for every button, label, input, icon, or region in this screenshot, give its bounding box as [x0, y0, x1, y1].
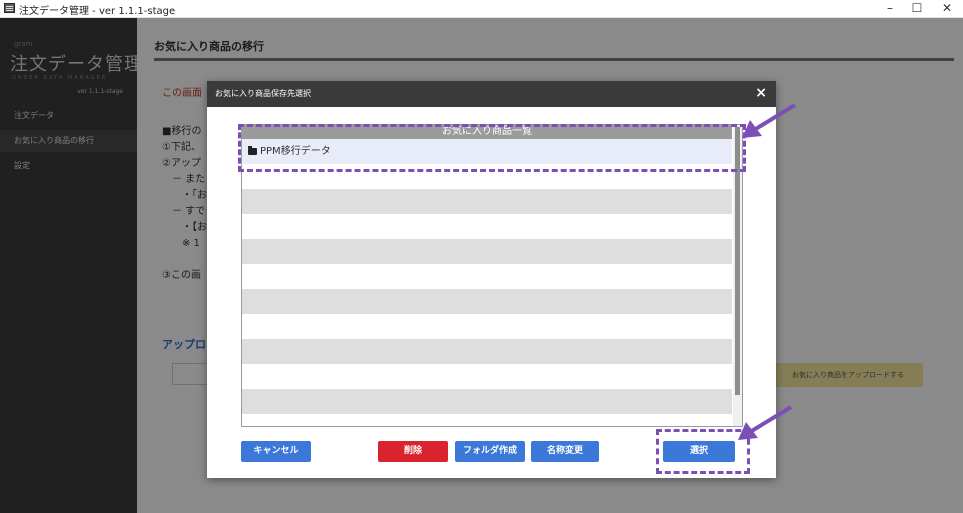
window-title: 注文データ管理 - ver 1.1.1-stage	[19, 6, 176, 17]
empty-row	[242, 264, 732, 289]
rename-button[interactable]: 名称変更	[531, 441, 599, 462]
empty-row	[242, 414, 732, 426]
minimize-button[interactable]: –	[876, 0, 904, 17]
cancel-button[interactable]: キャンセル	[241, 441, 311, 462]
annotation-highlight-folder	[238, 124, 746, 172]
empty-row	[242, 214, 732, 239]
empty-row	[242, 289, 732, 314]
empty-row	[242, 239, 732, 264]
annotation-arrow-icon	[738, 405, 793, 440]
dialog-header: お気に入り商品保存先選択 ×	[207, 81, 776, 107]
empty-row	[242, 314, 732, 339]
dialog-close-button[interactable]: ×	[755, 85, 767, 101]
empty-row	[242, 364, 732, 389]
empty-row	[242, 339, 732, 364]
delete-button[interactable]: 削除	[378, 441, 448, 462]
empty-row	[242, 189, 732, 214]
empty-row	[242, 389, 732, 414]
create-folder-button[interactable]: フォルダ作成	[455, 441, 525, 462]
window-titlebar: 注文データ管理 - ver 1.1.1-stage – ☐ ✕	[0, 0, 963, 18]
dialog-title: お気に入り商品保存先選択	[215, 89, 311, 98]
window-close-button[interactable]: ✕	[933, 0, 961, 17]
annotation-arrow-icon	[742, 103, 797, 138]
maximize-button[interactable]: ☐	[903, 0, 931, 17]
app-icon	[4, 3, 15, 13]
